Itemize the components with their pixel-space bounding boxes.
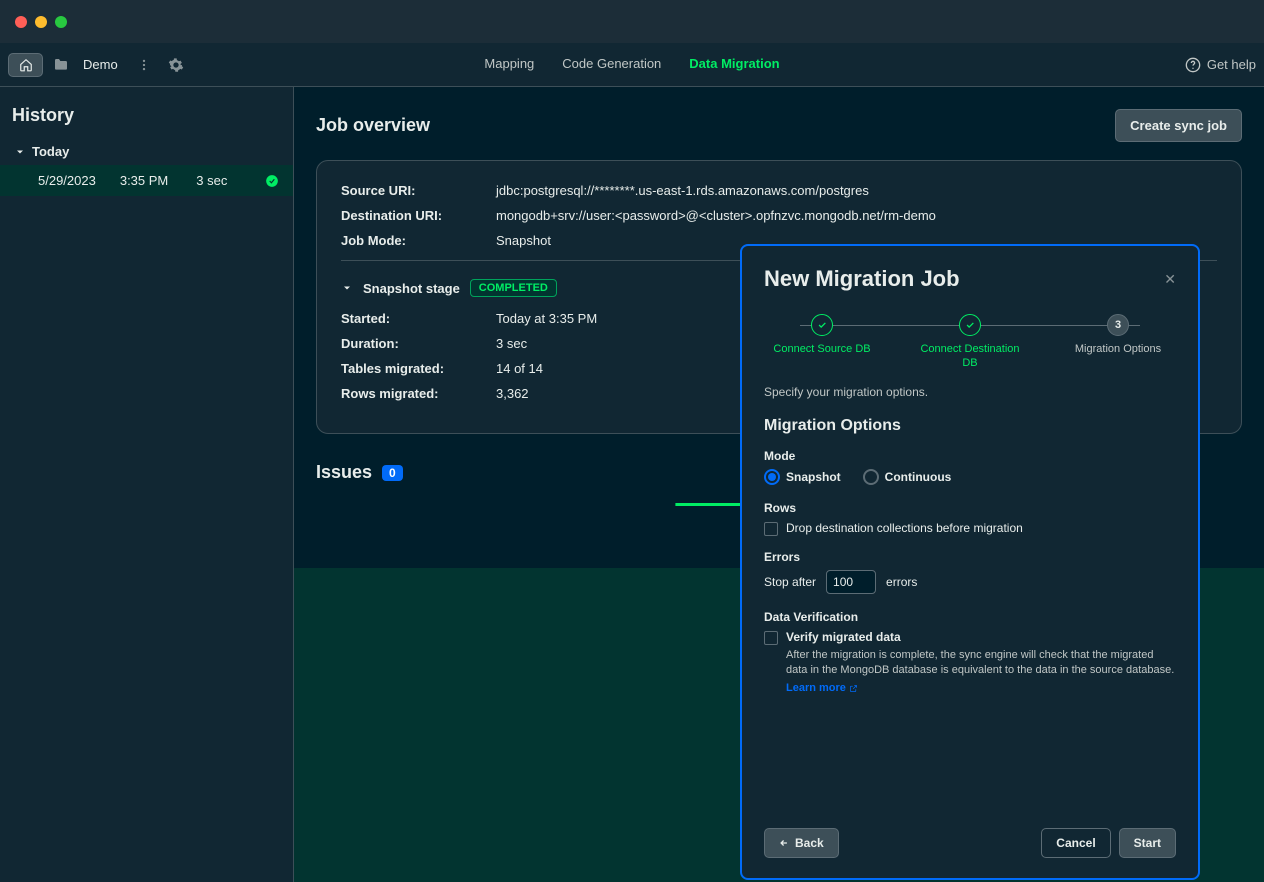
help-icon bbox=[1185, 57, 1201, 73]
step-migration-options: 3 Migration Options bbox=[1068, 314, 1168, 356]
stop-after-post: errors bbox=[886, 575, 917, 589]
started-label: Started: bbox=[341, 311, 496, 326]
migration-options-title: Migration Options bbox=[764, 417, 1176, 435]
step-connect-source: Connect Source DB bbox=[772, 314, 872, 356]
drop-collections-check[interactable]: Drop destination collections before migr… bbox=[764, 521, 1176, 536]
gear-icon[interactable] bbox=[162, 51, 190, 79]
errors-section-label: Errors bbox=[764, 550, 1176, 564]
close-icon[interactable]: ✕ bbox=[1164, 271, 1176, 288]
start-button[interactable]: Start bbox=[1119, 828, 1176, 858]
chevron-down-icon bbox=[14, 146, 26, 158]
radio-icon bbox=[863, 469, 879, 485]
checkbox-icon bbox=[764, 631, 778, 645]
rows-label: Rows migrated: bbox=[341, 386, 496, 401]
day-label: Today bbox=[32, 144, 69, 159]
step-3-circle: 3 bbox=[1107, 314, 1129, 336]
success-icon bbox=[265, 174, 279, 188]
status-badge: COMPLETED bbox=[470, 279, 557, 297]
sidebar-title: History bbox=[0, 87, 293, 138]
cancel-button[interactable]: Cancel bbox=[1041, 828, 1110, 858]
issues-count-badge: 0 bbox=[382, 465, 403, 481]
drop-collections-label: Drop destination collections before migr… bbox=[786, 521, 1023, 535]
duration-label: Duration: bbox=[341, 336, 496, 351]
page-title: Job overview bbox=[316, 115, 430, 136]
app-toolbar: Demo Mapping Code Generation Data Migrat… bbox=[0, 43, 1264, 87]
stage-title: Snapshot stage bbox=[363, 281, 460, 296]
dest-uri-value: mongodb+srv://user:<password>@<cluster>.… bbox=[496, 208, 936, 223]
arrow-left-icon bbox=[779, 838, 789, 848]
learn-more-link[interactable]: Learn more bbox=[786, 682, 858, 694]
history-date: 5/29/2023 bbox=[38, 173, 96, 188]
modal-hint: Specify your migration options. bbox=[764, 385, 1176, 399]
verify-data-check[interactable]: Verify migrated data After the migration… bbox=[764, 630, 1176, 695]
step-2-label: Connect Destination DB bbox=[920, 342, 1020, 371]
step-1-label: Connect Source DB bbox=[773, 342, 870, 356]
check-icon bbox=[817, 320, 827, 330]
traffic-light-minimize[interactable] bbox=[35, 16, 47, 28]
traffic-light-close[interactable] bbox=[15, 16, 27, 28]
traffic-light-zoom[interactable] bbox=[55, 16, 67, 28]
radio-icon bbox=[764, 469, 780, 485]
back-label: Back bbox=[795, 836, 824, 850]
history-time: 3:35 PM bbox=[120, 173, 168, 188]
issues-title: Issues bbox=[316, 462, 372, 483]
wizard-stepper: Connect Source DB Connect Destination DB… bbox=[742, 300, 1198, 375]
radio-snapshot-label: Snapshot bbox=[786, 470, 841, 484]
more-icon[interactable] bbox=[130, 51, 158, 79]
check-icon bbox=[965, 320, 975, 330]
step-1-circle bbox=[811, 314, 833, 336]
duration-value: 3 sec bbox=[496, 336, 527, 351]
history-duration: 3 sec bbox=[196, 173, 227, 188]
back-button[interactable]: Back bbox=[764, 828, 839, 858]
started-value: Today at 3:35 PM bbox=[496, 311, 597, 326]
chevron-down-icon[interactable] bbox=[341, 282, 353, 294]
tables-label: Tables migrated: bbox=[341, 361, 496, 376]
radio-snapshot[interactable]: Snapshot bbox=[764, 469, 841, 485]
verify-data-label: Verify migrated data bbox=[786, 630, 1176, 644]
radio-continuous[interactable]: Continuous bbox=[863, 469, 952, 485]
rows-section-label: Rows bbox=[764, 501, 1176, 515]
learn-more-label: Learn more bbox=[786, 682, 846, 694]
verify-section-label: Data Verification bbox=[764, 610, 1176, 624]
folder-icon bbox=[47, 51, 75, 79]
checkbox-icon bbox=[764, 522, 778, 536]
history-row[interactable]: 5/29/2023 3:35 PM 3 sec bbox=[0, 165, 293, 196]
history-sidebar: History Today 5/29/2023 3:35 PM 3 sec bbox=[0, 87, 294, 882]
new-migration-job-modal: New Migration Job ✕ Connect Source DB Co… bbox=[740, 244, 1200, 880]
tables-value: 14 of 14 bbox=[496, 361, 543, 376]
job-mode-label: Job Mode: bbox=[341, 233, 496, 248]
step-connect-destination: Connect Destination DB bbox=[920, 314, 1020, 371]
radio-continuous-label: Continuous bbox=[885, 470, 952, 484]
source-uri-label: Source URI: bbox=[341, 183, 496, 198]
job-mode-value: Snapshot bbox=[496, 233, 551, 248]
external-link-icon bbox=[849, 684, 858, 693]
dest-uri-label: Destination URI: bbox=[341, 208, 496, 223]
get-help-label: Get help bbox=[1207, 57, 1256, 72]
source-uri-value: jdbc:postgresql://********.us-east-1.rds… bbox=[496, 183, 869, 198]
home-button[interactable] bbox=[8, 53, 43, 77]
step-3-label: Migration Options bbox=[1075, 342, 1161, 356]
get-help-link[interactable]: Get help bbox=[1185, 57, 1256, 73]
verify-data-desc: After the migration is complete, the syn… bbox=[786, 648, 1176, 679]
stop-after-pre: Stop after bbox=[764, 575, 816, 589]
create-sync-job-button[interactable]: Create sync job bbox=[1115, 109, 1242, 142]
mode-label: Mode bbox=[764, 449, 1176, 463]
project-name: Demo bbox=[83, 57, 118, 72]
rows-value: 3,362 bbox=[496, 386, 529, 401]
step-2-circle bbox=[959, 314, 981, 336]
history-day-group[interactable]: Today bbox=[0, 138, 293, 165]
stop-after-input[interactable] bbox=[826, 570, 876, 594]
modal-title: New Migration Job bbox=[764, 266, 960, 292]
